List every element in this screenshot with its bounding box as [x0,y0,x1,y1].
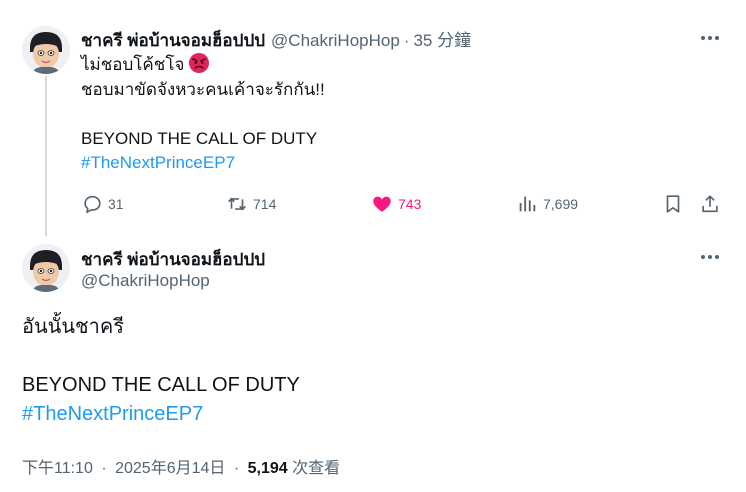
separator-dot: · [101,460,107,477]
more-options-button[interactable] [698,247,722,267]
tweet-metadata: 下午11:10 · 2025年6月14日 · 5,194 次查看 [22,454,340,478]
tweet-line: ชอบมาขัดจังหวะคนเค้าจะรักกัน!! [81,79,325,99]
tweet-text: อันนั้นชาครี BEYOND THE CALL OF DUTY #Th… [22,313,722,429]
thread-connector-line [45,76,47,236]
like-count: 743 [398,196,422,212]
separator-dot: · [403,31,410,50]
tweet-line: BEYOND THE CALL OF DUTY [22,374,300,396]
angry-face-icon [189,53,210,73]
bookmark-icon [666,195,680,213]
more-icon [701,36,719,40]
tweet-line: ไม่ชอบโค้ชโจ [81,55,185,74]
handle[interactable]: @ChakriHopHop [81,271,210,291]
tweet-header: ชาครี พ่อบ้านจอมฮ็อปปป @ChakriHopHop · 3… [81,26,471,54]
like-button[interactable]: 743 [371,192,421,216]
share-button[interactable] [699,192,721,216]
post-time[interactable]: 下午11:10 [22,460,93,477]
tweet-line: BEYOND THE CALL OF DUTY [81,128,318,148]
heart-filled-icon [373,196,391,212]
reply-count: 31 [108,196,124,212]
handle[interactable]: @ChakriHopHop [271,31,400,51]
avatar[interactable] [22,244,70,292]
avatar[interactable] [22,26,70,74]
post-date[interactable]: 2025年6月14日 [115,460,225,477]
reply-button[interactable]: 31 [81,192,124,216]
view-count: 5,194 [247,460,288,477]
hashtag-link[interactable]: #TheNextPrinceEP7 [22,403,203,425]
profile-photo [22,244,70,292]
repost-button[interactable]: 714 [226,192,276,216]
views-button[interactable]: 7,699 [516,192,578,216]
tweet-text: ไม่ชอบโค้ชโจ ชอบมาขัดจังหวะคนเค้าจะรักกั… [81,52,701,176]
profile-photo [22,26,70,74]
share-icon [702,195,718,213]
separator-dot: · [233,460,240,477]
reply-icon [84,195,101,214]
timestamp[interactable]: 35 分鐘 [413,26,471,51]
bookmark-button[interactable] [662,192,684,216]
display-name[interactable]: ชาครี พ่อบ้านจอมฮ็อปปป [81,27,265,54]
more-options-button[interactable] [698,28,722,48]
more-icon [701,255,719,259]
display-name[interactable]: ชาครี พ่อบ้านจอมฮ็อปปป [81,246,265,273]
tweet-line: อันนั้นชาครี [22,316,124,338]
hashtag-link[interactable]: #TheNextPrinceEP7 [81,153,235,172]
analytics-icon [519,196,536,212]
repost-count: 714 [253,196,277,212]
view-count: 7,699 [543,196,579,212]
repost-icon [228,197,246,211]
views-label: 次查看 [292,460,341,477]
